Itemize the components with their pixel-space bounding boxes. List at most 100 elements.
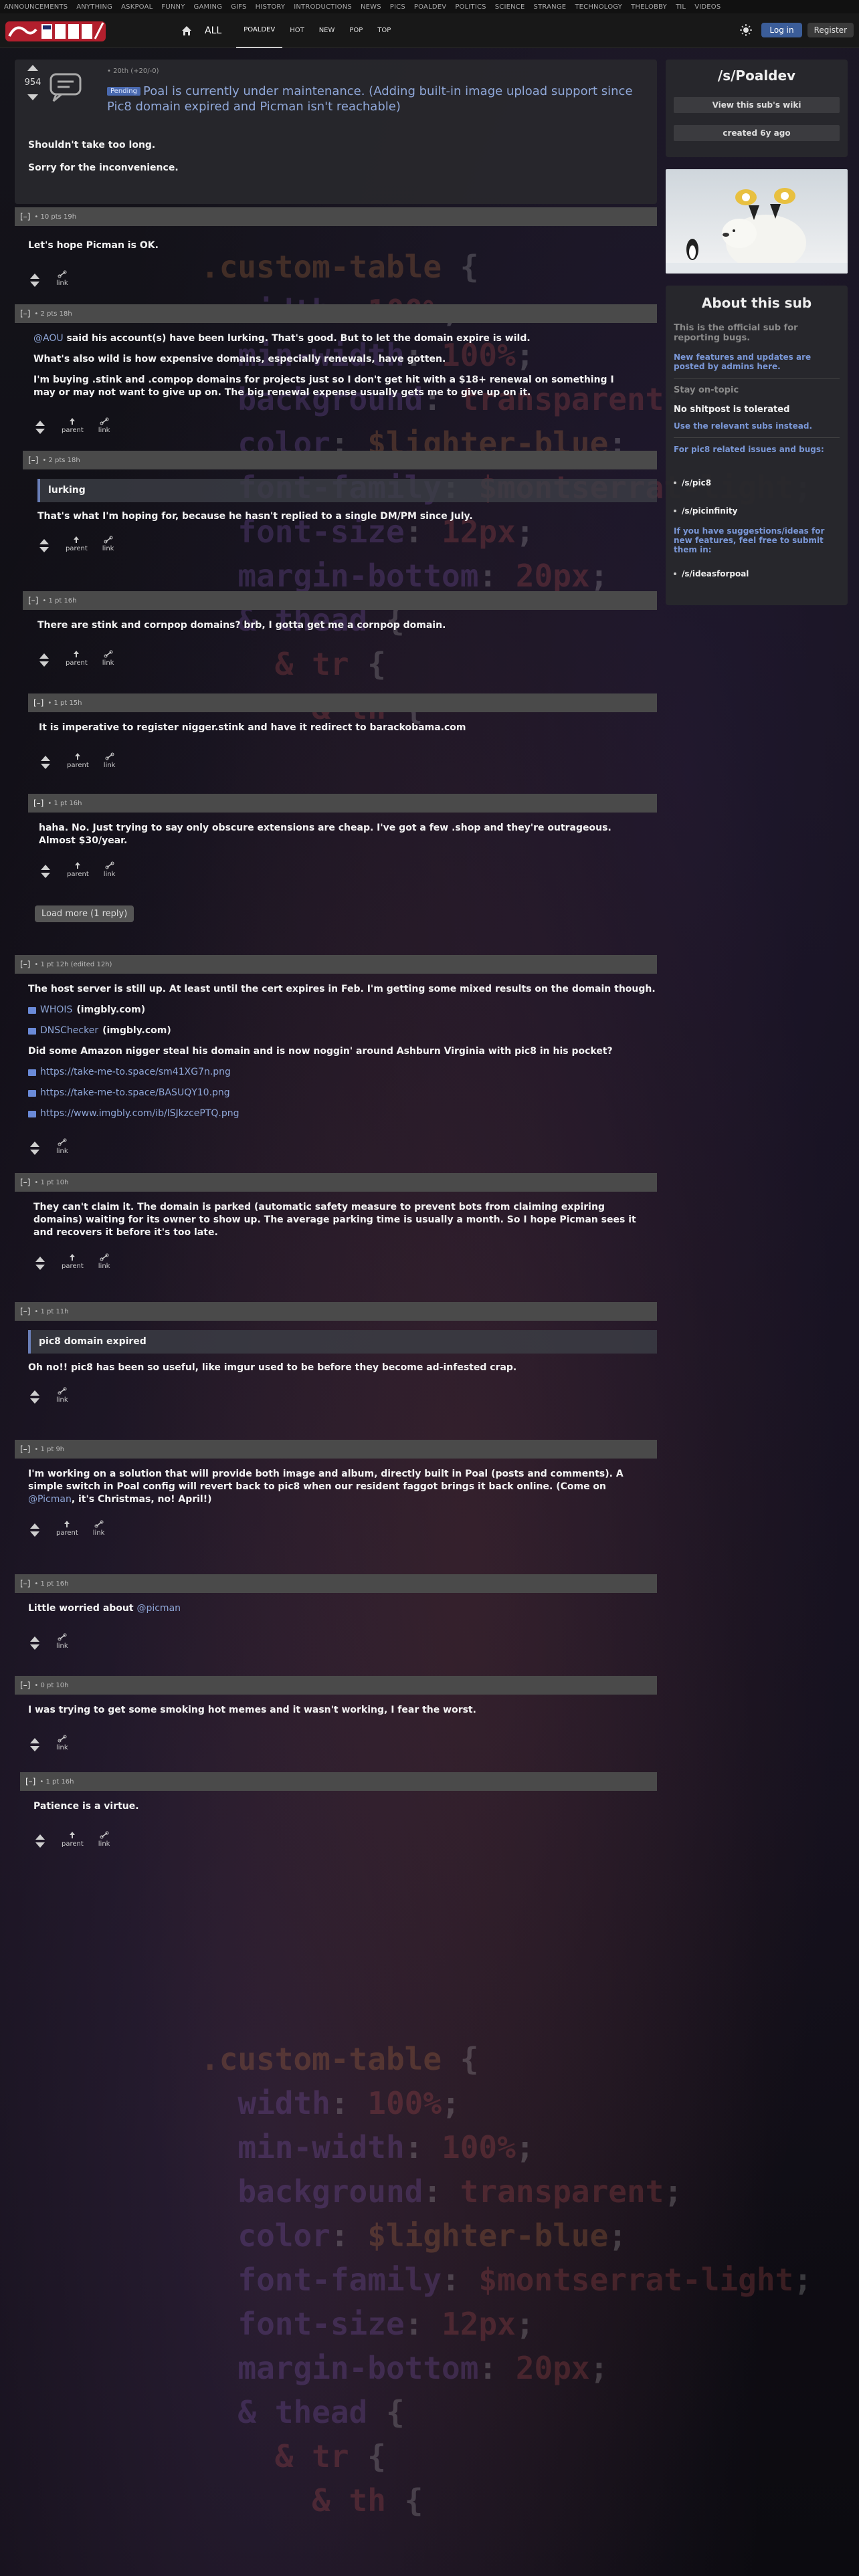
topbar-sub-link[interactable]: NEWS — [361, 3, 381, 11]
upvote-icon[interactable] — [30, 1523, 39, 1529]
collapse-toggle[interactable]: [–] — [20, 1178, 30, 1187]
topbar-sub-link[interactable]: ANYTHING — [76, 3, 112, 11]
parent-action[interactable]: parent — [66, 536, 88, 552]
downvote-icon[interactable] — [35, 1842, 45, 1848]
load-more-button[interactable]: Load more (1 reply) — [35, 905, 134, 922]
topbar-sub-link[interactable]: TIL — [676, 3, 686, 11]
parent-action[interactable]: parent — [66, 650, 88, 667]
upvote-icon[interactable] — [30, 274, 39, 279]
link-action[interactable]: link — [56, 1138, 68, 1155]
parent-action[interactable]: parent — [62, 1831, 84, 1848]
parent-action[interactable]: parent — [62, 1253, 84, 1270]
collapse-toggle[interactable]: [–] — [20, 212, 30, 221]
link-action[interactable]: link — [98, 1253, 110, 1270]
topbar-sub-link[interactable]: THELOBBY — [631, 3, 667, 11]
upvote-icon[interactable] — [39, 539, 49, 544]
link-action[interactable]: link — [102, 650, 114, 667]
upvote-icon[interactable] — [30, 1738, 39, 1743]
topbar-sub-link[interactable]: GIFS — [231, 3, 246, 11]
login-button[interactable]: Log in — [761, 23, 802, 37]
nav-pop[interactable]: POP — [342, 13, 370, 48]
topbar-sub-link[interactable]: STRANGE — [534, 3, 567, 11]
link-action[interactable]: link — [56, 270, 68, 287]
topbar-sub-link[interactable]: SCIENCE — [495, 3, 525, 11]
user-mention[interactable]: @picman — [136, 1603, 181, 1614]
collapse-toggle[interactable]: [–] — [20, 1579, 30, 1588]
theme-toggle-icon[interactable] — [740, 24, 753, 36]
wiki-button[interactable]: View this sub's wiki — [674, 97, 840, 113]
downvote-icon[interactable] — [30, 1398, 39, 1404]
link-action[interactable]: link — [98, 1831, 110, 1848]
topbar-sub-link[interactable]: PICS — [390, 3, 405, 11]
parent-action[interactable]: parent — [67, 861, 89, 878]
parent-action[interactable]: parent — [56, 1520, 78, 1537]
upvote-icon[interactable] — [41, 865, 50, 870]
parent-action[interactable]: parent — [62, 417, 84, 434]
upvote-icon[interactable] — [39, 653, 49, 659]
image-url-link[interactable]: https://www.imgbly.com/ib/lSJkzcePTQ.png — [28, 1107, 657, 1120]
image-url-link[interactable]: https://take-me-to.space/sm41XG7n.png — [28, 1066, 657, 1079]
upvote-icon[interactable] — [30, 1142, 39, 1147]
collapse-toggle[interactable]: [–] — [20, 1444, 30, 1454]
downvote-icon[interactable] — [30, 1531, 39, 1537]
nav-hot[interactable]: HOT — [282, 13, 312, 48]
topbar-sub-link[interactable]: TECHNOLOGY — [575, 3, 622, 11]
upvote-icon[interactable] — [35, 1834, 45, 1840]
upvote-icon[interactable] — [30, 1390, 39, 1396]
downvote-icon[interactable] — [30, 1150, 39, 1155]
sub-link-picinfinity[interactable]: /s/picinfinity — [674, 506, 840, 516]
poal-logo[interactable] — [3, 16, 110, 45]
link-action[interactable]: link — [93, 1520, 104, 1537]
post-title[interactable]: Pending Poal is currently under maintenan… — [107, 84, 649, 114]
upvote-icon[interactable] — [41, 756, 50, 761]
downvote-icon[interactable] — [30, 1746, 39, 1751]
user-mention[interactable]: @Picman — [28, 1494, 72, 1505]
collapse-toggle[interactable]: [–] — [33, 698, 43, 708]
dnschecker-link[interactable]: DNSChecker (imgbly.com) — [28, 1025, 657, 1037]
sub-link-pic8[interactable]: /s/pic8 — [674, 478, 840, 488]
topbar-sub-link[interactable]: GAMING — [194, 3, 223, 11]
downvote-icon[interactable] — [41, 873, 50, 878]
downvote-icon[interactable] — [35, 429, 45, 434]
home-icon[interactable] — [181, 25, 193, 37]
topbar-sub-link[interactable]: ASKPOAL — [121, 3, 153, 11]
collapse-toggle[interactable]: [–] — [25, 1777, 35, 1786]
collapse-toggle[interactable]: [–] — [20, 960, 30, 969]
topbar-sub-link[interactable]: HISTORY — [256, 3, 286, 11]
downvote-icon[interactable] — [30, 282, 39, 287]
downvote-icon[interactable] — [27, 94, 38, 100]
link-action[interactable]: link — [56, 1735, 68, 1751]
link-action[interactable]: link — [56, 1633, 68, 1650]
nav-new[interactable]: NEW — [312, 13, 343, 48]
collapse-toggle[interactable]: [–] — [28, 455, 38, 465]
link-action[interactable]: link — [102, 536, 114, 552]
topbar-sub-link[interactable]: ANNOUNCEMENTS — [4, 3, 68, 11]
downvote-icon[interactable] — [39, 661, 49, 667]
collapse-toggle[interactable]: [–] — [20, 1307, 30, 1316]
downvote-icon[interactable] — [35, 1265, 45, 1270]
topbar-sub-link[interactable]: POLITICS — [455, 3, 486, 11]
topbar-sub-link[interactable]: POALDEV — [414, 3, 446, 11]
collapse-toggle[interactable]: [–] — [20, 309, 30, 318]
topbar-sub-link[interactable]: INTRODUCTIONS — [294, 3, 352, 11]
nav-poaldev[interactable]: POALDEV — [236, 13, 283, 48]
collapse-toggle[interactable]: [–] — [20, 1681, 30, 1690]
downvote-icon[interactable] — [30, 1644, 39, 1650]
parent-action[interactable]: parent — [67, 752, 89, 769]
upvote-icon[interactable] — [27, 65, 38, 71]
topbar-sub-link[interactable]: VIDEOS — [694, 3, 721, 11]
user-mention[interactable]: @AOU — [33, 333, 64, 344]
image-url-link[interactable]: https://take-me-to.space/BASUQY10.png — [28, 1087, 657, 1099]
topbar-sub-link[interactable]: FUNNY — [161, 3, 185, 11]
link-action[interactable]: link — [104, 861, 115, 878]
post-title-text[interactable]: Poal is currently under maintenance. (Ad… — [107, 84, 633, 114]
collapse-toggle[interactable]: [–] — [33, 798, 43, 808]
collapse-toggle[interactable]: [–] — [28, 596, 38, 605]
link-action[interactable]: link — [98, 417, 110, 434]
register-button[interactable]: Register — [807, 23, 854, 37]
upvote-icon[interactable] — [30, 1636, 39, 1642]
upvote-icon[interactable] — [35, 1257, 45, 1262]
downvote-icon[interactable] — [39, 547, 49, 552]
nav-all[interactable]: ALL — [205, 25, 221, 36]
nav-top[interactable]: TOP — [370, 13, 398, 48]
